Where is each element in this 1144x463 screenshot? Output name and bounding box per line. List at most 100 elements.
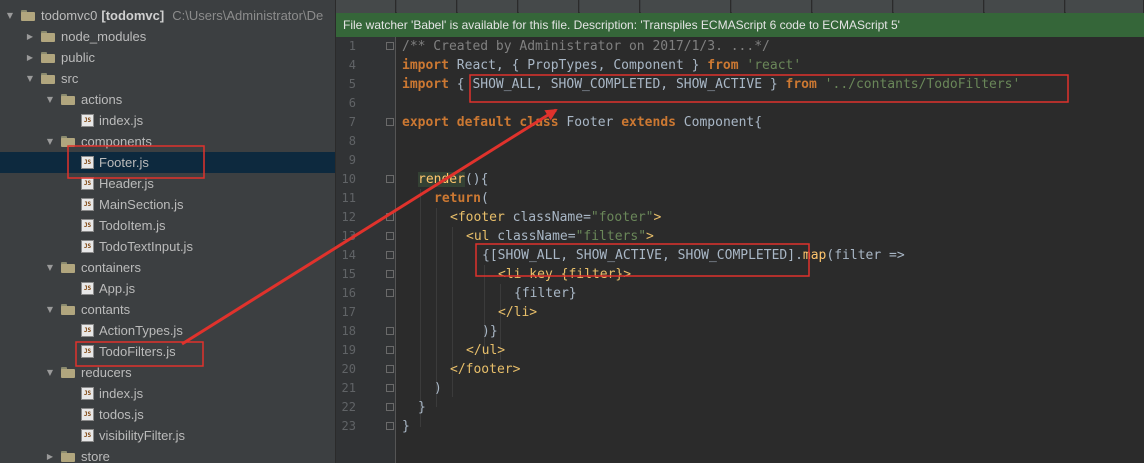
code-line: {[SHOW_ALL, SHOW_ACTIVE, SHOW_COMPLETED]… bbox=[482, 248, 905, 263]
tree-file-row[interactable]: JS TodoItem.js bbox=[0, 215, 335, 236]
js-file-icon: JS bbox=[81, 240, 94, 253]
fold-marker-icon[interactable] bbox=[386, 384, 394, 392]
line-number: 8 bbox=[348, 134, 356, 148]
tree-file-row[interactable]: JS Footer.js bbox=[0, 152, 335, 173]
code-area[interactable]: /** Created by Administrator on 2017/1/3… bbox=[402, 37, 1144, 463]
folder-icon bbox=[61, 451, 75, 462]
fold-marker-icon[interactable] bbox=[386, 175, 394, 183]
fold-marker-icon[interactable] bbox=[386, 403, 394, 411]
tree-file-row[interactable]: JS ActionTypes.js bbox=[0, 320, 335, 341]
chevron-down-icon[interactable]: ▼ bbox=[44, 299, 56, 320]
chevron-right-icon[interactable]: ▶ bbox=[24, 47, 36, 68]
line-number: 19 bbox=[341, 343, 356, 357]
code-line: return( bbox=[434, 191, 489, 206]
code-line: <li key {filter}> bbox=[498, 267, 632, 282]
editor-tab[interactable] bbox=[580, 0, 640, 13]
chevron-right-icon[interactable]: ▶ bbox=[24, 26, 36, 47]
chevron-down-icon[interactable]: ▼ bbox=[44, 362, 56, 383]
chevron-down-icon[interactable]: ▼ bbox=[44, 257, 56, 278]
js-file-icon: JS bbox=[81, 345, 94, 358]
line-number: 1 bbox=[348, 39, 356, 53]
fold-marker-icon[interactable] bbox=[386, 42, 394, 50]
line-number: 20 bbox=[341, 362, 356, 376]
tree-folder-row[interactable]: ▶ store bbox=[0, 446, 335, 463]
chevron-down-icon[interactable]: ▼ bbox=[44, 89, 56, 110]
tree-folder-row[interactable]: ▶ node_modules bbox=[0, 26, 335, 47]
tree-item-label: App.js bbox=[99, 281, 136, 296]
code-line: render(){ bbox=[418, 172, 489, 187]
editor-tab[interactable] bbox=[519, 0, 579, 13]
fold-marker-icon[interactable] bbox=[386, 118, 394, 126]
tree-file-row[interactable]: JS todos.js bbox=[0, 404, 335, 425]
editor-tab[interactable] bbox=[985, 0, 1065, 13]
tree-file-row[interactable]: JS index.js bbox=[0, 383, 335, 404]
tree-folder-row[interactable]: ▼ src bbox=[0, 68, 335, 89]
folder-icon bbox=[61, 136, 75, 147]
fold-marker-icon[interactable] bbox=[386, 422, 394, 430]
imported-constants: SHOW_ALL, SHOW_COMPLETED, SHOW_ACTIVE bbox=[472, 77, 763, 92]
fold-marker-icon[interactable] bbox=[386, 232, 394, 240]
root-name: todomvc0 bbox=[41, 8, 98, 23]
project-tree-panel: ▼ todomvc0 [todomvc] C:\Users\Administrato… bbox=[0, 0, 335, 463]
tree-item-label: TodoItem.js bbox=[99, 218, 166, 233]
tree-file-row[interactable]: JS Header.js bbox=[0, 173, 335, 194]
tree-folder-row[interactable]: ▼ components bbox=[0, 131, 335, 152]
line-number-gutter[interactable]: 1 4 5 6 7 8 9 10 11 12 13 14 15 16 17 18… bbox=[336, 37, 384, 463]
tree-item-label: MainSection.js bbox=[99, 197, 184, 212]
chevron-down-icon[interactable]: ▼ bbox=[4, 5, 16, 26]
editor-tab[interactable] bbox=[458, 0, 518, 13]
tree-file-row[interactable]: JS index.js bbox=[0, 110, 335, 131]
tree-item-label: src bbox=[61, 71, 79, 86]
code-line: import { SHOW_ALL, SHOW_COMPLETED, SHOW_… bbox=[402, 77, 1021, 92]
chevron-down-icon[interactable]: ▼ bbox=[24, 68, 36, 89]
line-number: 11 bbox=[341, 191, 356, 205]
tree-folder-row[interactable]: ▼ contants bbox=[0, 299, 335, 320]
fold-marker-icon[interactable] bbox=[386, 365, 394, 373]
chevron-down-icon[interactable]: ▼ bbox=[44, 131, 56, 152]
line-number: 4 bbox=[348, 58, 356, 72]
editor-tab[interactable] bbox=[336, 0, 396, 13]
editor-tab[interactable] bbox=[397, 0, 457, 13]
fold-marker-icon[interactable] bbox=[386, 289, 394, 297]
js-file-icon: JS bbox=[81, 198, 94, 211]
editor-tab[interactable] bbox=[641, 0, 731, 13]
code-editor: File watcher 'Babel' is available for th… bbox=[336, 0, 1144, 463]
tree-folder-row[interactable]: ▼ containers bbox=[0, 257, 335, 278]
editor-tab[interactable] bbox=[894, 0, 984, 13]
code-line: <footer className="footer"> bbox=[450, 210, 662, 225]
tree-file-row[interactable]: JS MainSection.js bbox=[0, 194, 335, 215]
tree-root-row[interactable]: ▼ todomvc0 [todomvc] C:\Users\Administrato… bbox=[0, 5, 335, 26]
tree-item-label: actions bbox=[81, 92, 123, 107]
tree-item-label: public bbox=[61, 50, 95, 65]
tree-file-row[interactable]: JS App.js bbox=[0, 278, 335, 299]
js-file-icon: JS bbox=[81, 156, 94, 169]
tree-folder-row[interactable]: ▶ public bbox=[0, 47, 335, 68]
tree-file-row[interactable]: JS TodoFilters.js bbox=[0, 341, 335, 362]
file-watcher-message: File watcher 'Babel' is available for th… bbox=[343, 18, 900, 32]
editor-tab[interactable] bbox=[732, 0, 812, 13]
tree-folder-row[interactable]: ▼ actions bbox=[0, 89, 335, 110]
editor-tab-strip bbox=[336, 0, 1144, 13]
code-line: } bbox=[418, 400, 426, 415]
tree-item-label: components bbox=[81, 134, 152, 149]
line-number: 13 bbox=[341, 229, 356, 243]
folder-icon bbox=[41, 31, 55, 42]
editor-tab[interactable] bbox=[1066, 0, 1144, 13]
folder-icon bbox=[21, 10, 35, 21]
fold-marker-icon[interactable] bbox=[386, 213, 394, 221]
code-line: )} bbox=[482, 324, 498, 339]
fold-marker-icon[interactable] bbox=[386, 251, 394, 259]
editor-tab[interactable] bbox=[813, 0, 893, 13]
fold-marker-icon[interactable] bbox=[386, 270, 394, 278]
line-number: 18 bbox=[341, 324, 356, 338]
chevron-right-icon[interactable]: ▶ bbox=[44, 446, 56, 463]
file-watcher-banner[interactable]: File watcher 'Babel' is available for th… bbox=[336, 13, 1144, 37]
tree-file-row[interactable]: JS visibilityFilter.js bbox=[0, 425, 335, 446]
tree-folder-row[interactable]: ▼ reducers bbox=[0, 362, 335, 383]
tree-file-row[interactable]: JS TodoTextInput.js bbox=[0, 236, 335, 257]
line-number: 12 bbox=[341, 210, 356, 224]
fold-marker-icon[interactable] bbox=[386, 327, 394, 335]
line-number: 15 bbox=[341, 267, 356, 281]
fold-marker-icon[interactable] bbox=[386, 346, 394, 354]
line-number: 9 bbox=[348, 153, 356, 167]
